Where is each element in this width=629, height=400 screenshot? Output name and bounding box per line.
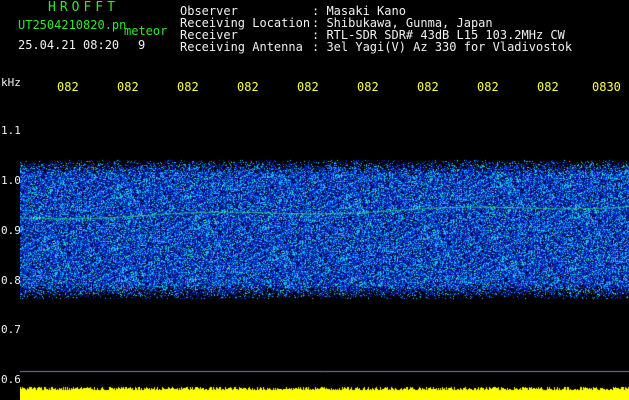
time-tick: 082 (57, 80, 79, 94)
spectrogram-plot (20, 98, 629, 400)
app-title: HROFFT (48, 0, 119, 15)
meteor-count: 9 (138, 38, 146, 52)
time-tick: 082 (177, 80, 199, 94)
freq-tick: 0.6 (1, 373, 21, 386)
date-time: 25.04.21 08:20 (18, 38, 120, 52)
time-tick: 082 (477, 80, 499, 94)
antenna-label: Receiving Antenna (180, 40, 303, 54)
antenna-value: : 3el Yagi(V) Az 330 for Vladivostok (312, 40, 573, 54)
time-tick: 082 (417, 80, 439, 94)
time-tick: 082 (117, 80, 139, 94)
freq-tick: 1.0 (1, 174, 21, 187)
freq-tick: 0.7 (1, 323, 21, 336)
freq-tick: 0.9 (1, 224, 21, 237)
freq-unit-label: kHz (1, 76, 21, 89)
time-tick: 082 (237, 80, 259, 94)
time-tick: 082 (537, 80, 559, 94)
meteor-label: meteor (124, 24, 168, 38)
freq-tick: 1.1 (1, 124, 21, 137)
time-tick: 082 (357, 80, 379, 94)
time-tick: 0830 (592, 80, 621, 94)
file-name: UT2504210820.pn (18, 18, 127, 32)
freq-tick: 0.8 (1, 274, 21, 287)
time-tick: 082 (297, 80, 319, 94)
